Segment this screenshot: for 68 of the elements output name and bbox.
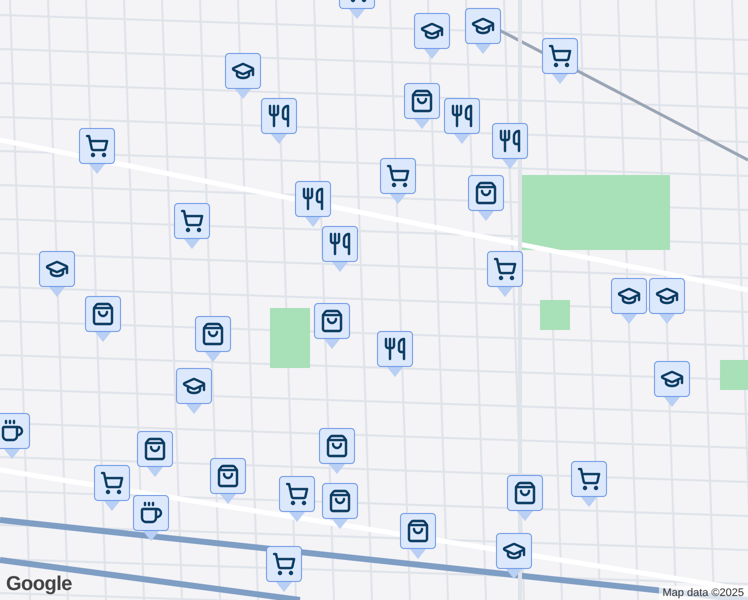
- place-pin[interactable]: [261, 98, 297, 144]
- place-pin[interactable]: [492, 123, 528, 169]
- place-pin[interactable]: [414, 13, 450, 59]
- bag-icon: [513, 481, 537, 505]
- place-pin[interactable]: [79, 128, 115, 174]
- restaurant-icon: [450, 104, 474, 128]
- place-pin[interactable]: [377, 331, 413, 377]
- place-pin[interactable]: [295, 181, 331, 227]
- place-pin[interactable]: [94, 465, 130, 511]
- place-pin[interactable]: [225, 53, 261, 99]
- bag-icon: [325, 434, 349, 458]
- cart-icon: [493, 257, 517, 281]
- place-pin[interactable]: [654, 361, 690, 407]
- cart-icon: [272, 552, 296, 576]
- place-pin[interactable]: [468, 175, 504, 221]
- restaurant-icon: [498, 129, 522, 153]
- cafe-icon: [0, 419, 24, 443]
- restaurant-icon: [328, 232, 352, 256]
- place-pin[interactable]: [322, 483, 358, 529]
- cart-icon: [548, 44, 572, 68]
- place-pin[interactable]: [176, 368, 212, 414]
- place-pin[interactable]: [380, 158, 416, 204]
- place-pin[interactable]: [649, 278, 685, 324]
- bag-icon: [328, 489, 352, 513]
- cart-icon: [85, 134, 109, 158]
- place-pin[interactable]: [319, 428, 355, 474]
- place-pin[interactable]: [210, 458, 246, 504]
- cart-icon: [386, 164, 410, 188]
- place-pin[interactable]: [404, 83, 440, 129]
- bag-icon: [406, 519, 430, 543]
- cart-icon: [285, 482, 309, 506]
- place-pin[interactable]: [465, 8, 501, 54]
- place-pin[interactable]: [487, 251, 523, 297]
- place-pin[interactable]: [85, 296, 121, 342]
- place-pin[interactable]: [137, 431, 173, 477]
- place-pin[interactable]: [266, 546, 302, 592]
- bag-icon: [216, 464, 240, 488]
- place-pin[interactable]: [611, 278, 647, 324]
- bag-icon: [410, 89, 434, 113]
- place-pin[interactable]: [0, 413, 30, 459]
- restaurant-icon: [383, 337, 407, 361]
- place-pin[interactable]: [571, 461, 607, 507]
- map-logo: Google: [6, 573, 72, 596]
- place-pin[interactable]: [314, 303, 350, 349]
- place-pin[interactable]: [400, 513, 436, 559]
- bag-icon: [91, 302, 115, 326]
- cafe-icon: [139, 501, 163, 525]
- map-view[interactable]: Google Map data ©2025: [0, 0, 748, 600]
- bag-icon: [474, 181, 498, 205]
- place-pin[interactable]: [507, 475, 543, 521]
- bag-icon: [320, 309, 344, 333]
- map-attribution: Map data ©2025: [658, 586, 748, 600]
- bag-icon: [143, 437, 167, 461]
- bag-icon: [201, 322, 225, 346]
- restaurant-icon: [301, 187, 325, 211]
- place-pin[interactable]: [195, 316, 231, 362]
- place-pin[interactable]: [496, 533, 532, 579]
- restaurant-icon: [267, 104, 291, 128]
- cart-icon: [577, 467, 601, 491]
- cart-icon: [180, 209, 204, 233]
- place-pin[interactable]: [39, 251, 75, 297]
- cart-icon: [100, 471, 124, 495]
- place-pin[interactable]: [133, 495, 169, 541]
- place-pin[interactable]: [322, 226, 358, 272]
- place-pin[interactable]: [444, 98, 480, 144]
- place-pin[interactable]: [174, 203, 210, 249]
- place-pin[interactable]: [279, 476, 315, 522]
- place-pin[interactable]: [542, 38, 578, 84]
